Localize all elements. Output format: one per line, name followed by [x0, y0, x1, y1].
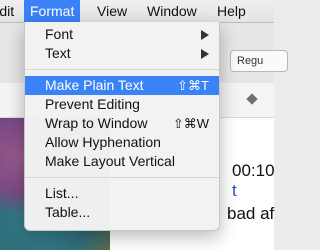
submenu-arrow-icon [201, 30, 209, 40]
doc-text-line: bad af [227, 204, 275, 223]
menu-bar: Edit Format View Window Help [0, 0, 274, 23]
menu-item-allow-hyphenation[interactable]: Allow Hyphenation [25, 133, 219, 152]
menu-view[interactable]: View [91, 0, 133, 22]
menu-item-table[interactable]: Table... [25, 203, 219, 222]
tab-stop-marker[interactable] [246, 93, 258, 105]
doc-text-line: 00:10 [232, 161, 275, 180]
menu-item-font[interactable]: Font [25, 25, 219, 44]
menu-format[interactable]: Format [24, 0, 81, 22]
menu-item-label: Make Plain Text [45, 77, 144, 93]
menu-item-label: Text [45, 45, 71, 61]
menu-item-wrap-to-window[interactable]: Wrap to Window ⇧⌘W [25, 114, 219, 133]
menu-item-label: Font [45, 26, 74, 42]
menu-item-prevent-editing[interactable]: Prevent Editing [25, 95, 219, 114]
menu-item-text[interactable]: Text [25, 44, 219, 63]
menu-item-label: Allow Hyphenation [45, 134, 161, 150]
menu-item-label: List... [45, 185, 79, 201]
font-style-select[interactable]: Regu [230, 50, 288, 72]
shortcut-label: ⇧⌘T [177, 78, 209, 93]
menu-item-list[interactable]: List... [25, 184, 219, 203]
menu-separator [25, 177, 219, 178]
menu-window[interactable]: Window [141, 0, 203, 22]
format-menu-dropdown: Font Text Make Plain Text ⇧⌘T Prevent Ed… [24, 22, 220, 231]
menu-item-make-plain-text[interactable]: Make Plain Text ⇧⌘T [25, 76, 219, 95]
menu-item-label: Table... [45, 204, 91, 220]
menu-item-label: Make Layout Vertical [45, 153, 175, 169]
submenu-arrow-icon [201, 49, 209, 59]
menu-item-label: Wrap to Window [45, 115, 148, 131]
menu-item-label: Prevent Editing [45, 96, 140, 112]
doc-text-line: t [232, 181, 237, 200]
menu-item-make-layout-vertical[interactable]: Make Layout Vertical [25, 152, 219, 171]
shortcut-label: ⇧⌘W [172, 116, 209, 131]
menu-separator [25, 69, 219, 70]
menu-help[interactable]: Help [211, 0, 252, 22]
menu-edit[interactable]: Edit [0, 0, 20, 22]
